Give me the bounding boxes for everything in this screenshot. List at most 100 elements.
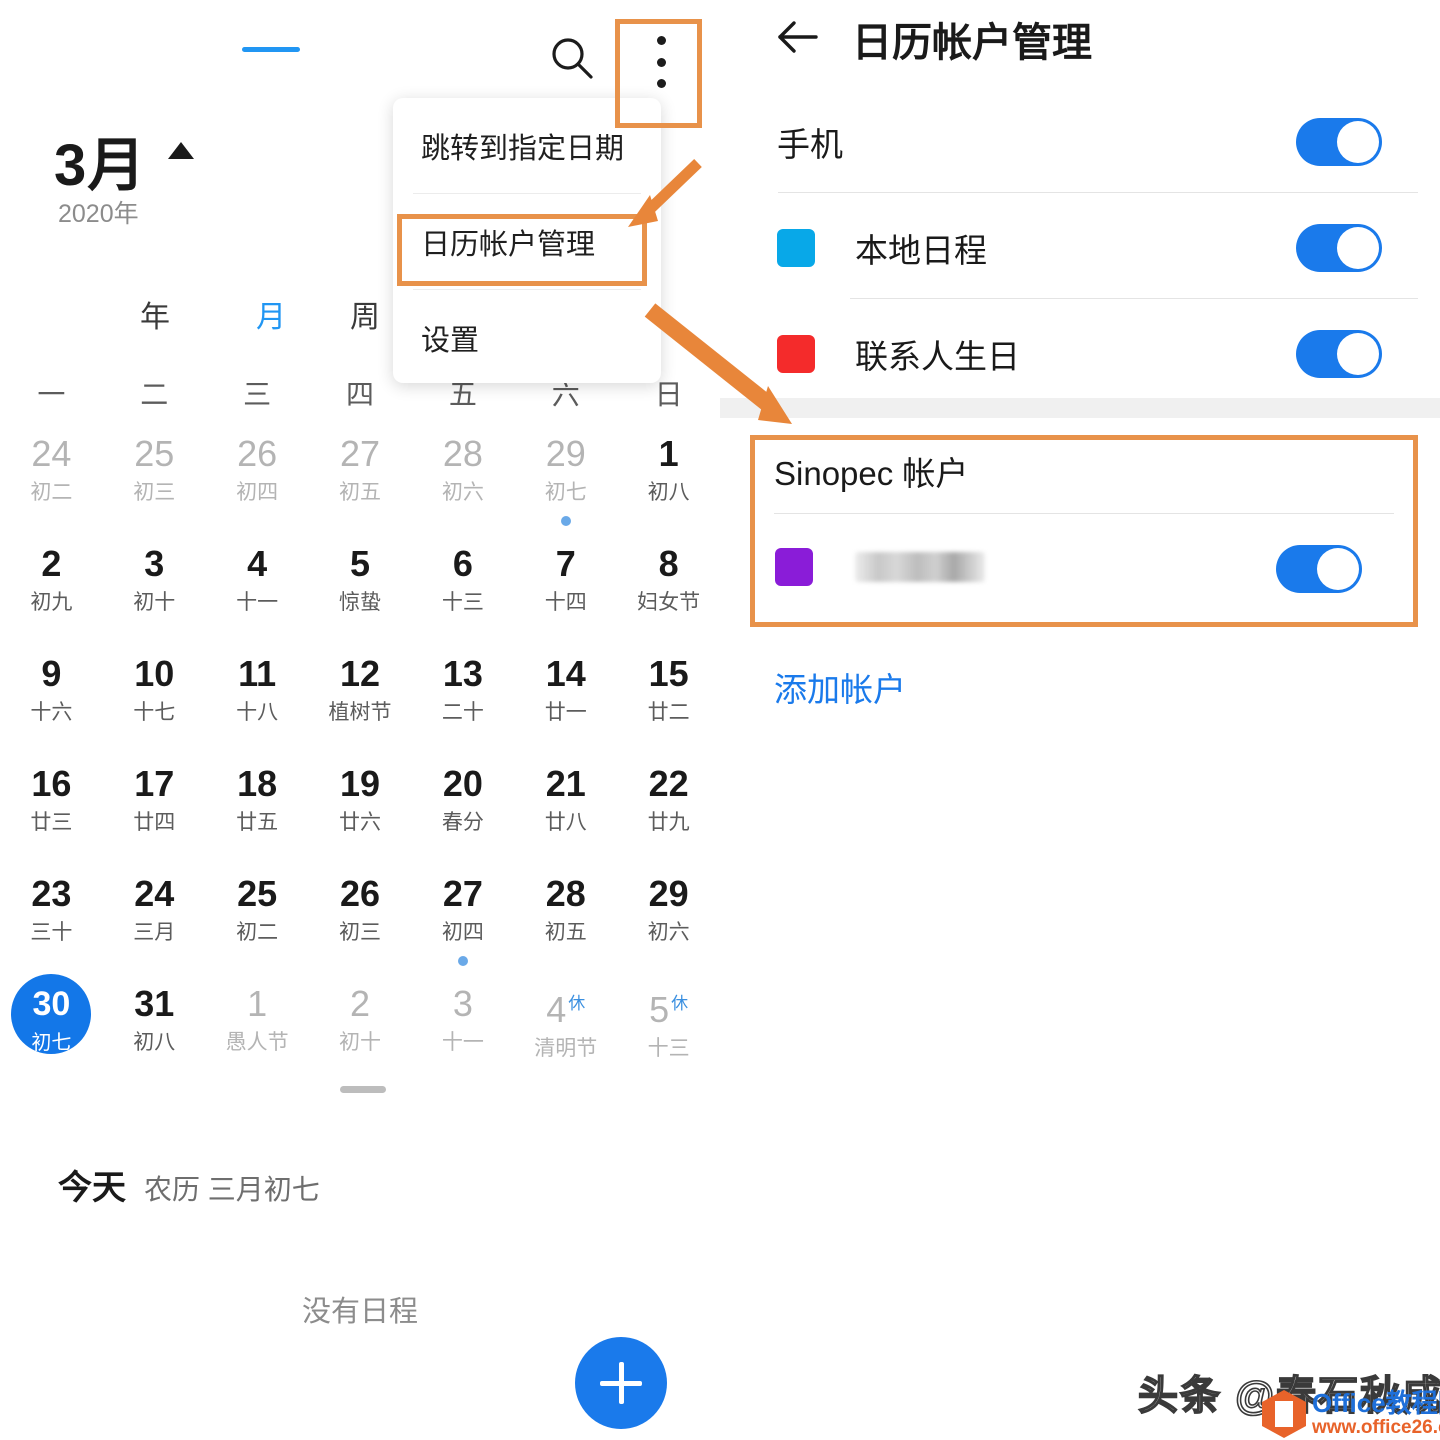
calendar-day-cell[interactable]: 4 十一 (206, 538, 309, 648)
calendar-day-number: 5休 (649, 989, 689, 1030)
calendar-day-cell[interactable]: 21 廿八 (514, 758, 617, 868)
calendar-day-cell[interactable]: 5 休十三 (617, 978, 720, 1088)
calendar-day-cell[interactable]: 17 廿四 (103, 758, 206, 868)
calendar-day-cell[interactable]: 29 初七 (514, 428, 617, 538)
calendar-day-lunar: 十四 (544, 591, 587, 614)
calendar-day-cell[interactable]: 14 廿一 (514, 648, 617, 758)
calendar-day-number: 9 (41, 653, 62, 694)
weekday-mon: 一 (37, 379, 66, 410)
calendar-day-number: 10 (134, 653, 175, 694)
toggle-phone[interactable] (1296, 118, 1382, 166)
calendar-day-number: 2 (349, 983, 371, 1024)
search-icon[interactable] (548, 34, 596, 82)
calendar-day-cell[interactable]: 30 初七 (0, 974, 103, 1088)
calendar-day-number: 29 (545, 433, 586, 474)
calendar-day-cell[interactable]: 1 初八 (617, 428, 720, 538)
calendar-day-cell[interactable]: 31 初八 (103, 978, 206, 1088)
calendar-day-lunar: 三月 (133, 921, 176, 944)
calendar-day-lunar: 十一 (236, 591, 279, 614)
calendar-day-cell[interactable]: 15 廿二 (617, 648, 720, 758)
calendar-day-cell[interactable]: 19 廿六 (309, 758, 412, 868)
calendar-day-lunar: 十三 (441, 591, 484, 614)
menu-item-settings[interactable]: 设置 (393, 290, 661, 385)
calendar-day-lunar: 初十 (133, 591, 176, 614)
page-title-month[interactable]: 3月 (54, 118, 146, 202)
calendar-day-cell[interactable]: 28 初五 (514, 868, 617, 978)
calendar-day-cell[interactable]: 3 十一 (411, 978, 514, 1088)
active-tab-underline (242, 47, 300, 52)
calendar-day-number: 27 (339, 433, 381, 474)
calendar-day-cell[interactable]: 12 植树节 (309, 648, 412, 758)
add-account-link[interactable]: 添加帐户 (774, 663, 906, 711)
tab-month[interactable]: 月 (256, 292, 286, 336)
calendar-day-number: 12 (339, 653, 381, 694)
calendar-day-cell[interactable]: 25 初三 (103, 428, 206, 538)
calendar-day-cell[interactable]: 24 三月 (103, 868, 206, 978)
toggle-knob (1337, 333, 1379, 375)
calendar-day-lunar: 惊蛰 (339, 591, 381, 614)
calendar-day-cell[interactable]: 29 初六 (617, 868, 720, 978)
calendar-day-cell[interactable]: 11 十八 (206, 648, 309, 758)
rest-day-badge: 休 (568, 994, 586, 1013)
annotation-arrow-2 (644, 303, 792, 424)
calendar-day-number: 5 (349, 543, 371, 584)
calendar-day-number: 19 (339, 763, 381, 804)
calendar-day-cell[interactable]: 9 十六 (0, 648, 103, 758)
toggle-local-schedule[interactable] (1296, 224, 1382, 272)
tab-week[interactable]: 周 (350, 292, 380, 336)
calendar-day-lunar: 十八 (236, 701, 279, 724)
calendar-day-cell[interactable]: 20 春分 (411, 758, 514, 868)
calendar-day-cell[interactable]: 13 二十 (411, 648, 514, 758)
calendar-day-cell[interactable]: 26 初四 (206, 428, 309, 538)
tab-year[interactable]: 年 (140, 292, 170, 336)
calendar-day-cell[interactable]: 6 十三 (411, 538, 514, 648)
calendar-day-cell[interactable]: 7 十四 (514, 538, 617, 648)
calendar-day-cell[interactable]: 8 妇女节 (617, 538, 720, 648)
arrow-left-icon[interactable] (774, 14, 820, 60)
calendar-day-cell[interactable]: 3 初十 (103, 538, 206, 648)
calendar-day-cell[interactable]: 5 惊蛰 (309, 538, 412, 648)
calendar-day-lunar: 初五 (339, 481, 381, 504)
calendar-day-number: 28 (442, 433, 483, 474)
calendar-day-lunar: 初四 (236, 481, 279, 504)
calendar-day-cell[interactable]: 28 初六 (411, 428, 514, 538)
calendar-day-number: 11 (238, 653, 277, 694)
account-label-contact-birthday: 联系人生日 (855, 338, 1020, 375)
calendar-day-cell[interactable]: 4 休清明节 (514, 978, 617, 1088)
account-label-local-schedule: 本地日程 (855, 232, 987, 269)
calendar-day-number: 4 (247, 543, 268, 584)
chevron-up-icon[interactable] (168, 142, 194, 159)
calendar-day-cell[interactable]: 16 廿三 (0, 758, 103, 868)
calendar-day-lunar: 廿九 (647, 811, 690, 834)
calendar-week-row: 30 初七 31 初八 1 愚人节 2 初十 3 十一 4 休清明节 5 休十三 (0, 974, 720, 1088)
calendar-day-lunar: 初三 (133, 481, 176, 504)
calendar-day-number: 16 (31, 763, 72, 804)
calendar-day-cell[interactable]: 18 廿五 (206, 758, 309, 868)
calendar-day-number: 2 (41, 543, 62, 584)
calendar-day-cell[interactable]: 22 廿九 (617, 758, 720, 868)
calendar-day-cell[interactable]: 27 初五 (309, 428, 412, 538)
toggle-contact-birthday[interactable] (1296, 330, 1382, 378)
account-row-local-schedule[interactable]: 本地日程 (720, 198, 1440, 298)
calendar-day-number: 6 (452, 543, 473, 584)
calendar-topbar (0, 0, 720, 110)
page-title: 日历帐户管理 (852, 21, 1092, 65)
calendar-day-lunar: 廿三 (30, 811, 73, 834)
calendar-day-cell[interactable]: 27 初四 (411, 868, 514, 978)
calendar-day-cell[interactable]: 2 初十 (309, 978, 412, 1088)
account-row-contact-birthday[interactable]: 联系人生日 (720, 304, 1440, 404)
calendar-day-number: 25 (134, 433, 175, 474)
calendar-day-cell[interactable]: 2 初九 (0, 538, 103, 648)
watermark-office-text: Office教程网 www.office26.com (1312, 1390, 1440, 1439)
calendar-day-lunar: 初九 (30, 591, 73, 614)
calendar-day-cell[interactable]: 10 十七 (103, 648, 206, 758)
calendar-day-cell[interactable]: 25 初二 (206, 868, 309, 978)
calendar-day-cell[interactable]: 26 初三 (309, 868, 412, 978)
add-event-fab[interactable] (575, 1337, 667, 1429)
calendar-day-cell[interactable]: 1 愚人节 (206, 978, 309, 1088)
calendar-day-cell[interactable]: 24 初二 (0, 428, 103, 538)
sheet-drag-handle[interactable] (340, 1086, 386, 1093)
calendar-day-cell[interactable]: 23 三十 (0, 868, 103, 978)
calendar-day-number: 22 (648, 763, 689, 804)
account-row-phone[interactable]: 手机 (720, 92, 1440, 192)
